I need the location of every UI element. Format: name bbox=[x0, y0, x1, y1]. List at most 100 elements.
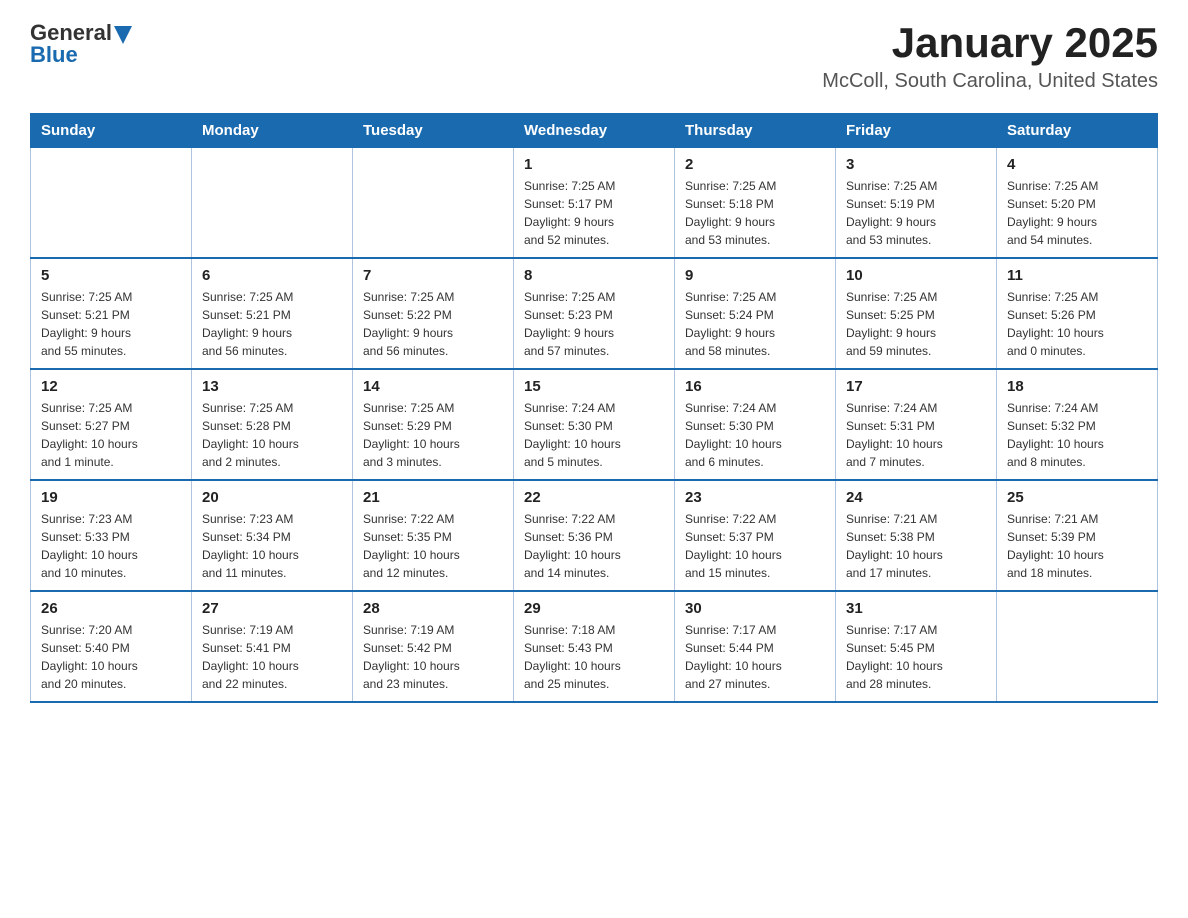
day-info: Sunrise: 7:25 AMSunset: 5:20 PMDaylight:… bbox=[1007, 177, 1147, 249]
calendar-cell: 25 Sunrise: 7:21 AMSunset: 5:39 PMDayligh… bbox=[997, 480, 1158, 591]
day-info: Sunrise: 7:25 AMSunset: 5:29 PMDaylight:… bbox=[363, 399, 503, 471]
calendar-cell: 1 Sunrise: 7:25 AMSunset: 5:17 PMDaylight… bbox=[514, 148, 675, 259]
calendar-cell: 8 Sunrise: 7:25 AMSunset: 5:23 PMDaylight… bbox=[514, 258, 675, 369]
day-number: 30 bbox=[685, 600, 825, 617]
day-number: 6 bbox=[202, 267, 342, 284]
day-info: Sunrise: 7:19 AMSunset: 5:42 PMDaylight:… bbox=[363, 621, 503, 693]
day-info: Sunrise: 7:22 AMSunset: 5:37 PMDaylight:… bbox=[685, 510, 825, 582]
column-header-monday: Monday bbox=[192, 114, 353, 148]
logo-blue-text: Blue bbox=[30, 42, 132, 68]
day-info: Sunrise: 7:20 AMSunset: 5:40 PMDaylight:… bbox=[41, 621, 181, 693]
day-number: 31 bbox=[846, 600, 986, 617]
column-header-wednesday: Wednesday bbox=[514, 114, 675, 148]
day-info: Sunrise: 7:19 AMSunset: 5:41 PMDaylight:… bbox=[202, 621, 342, 693]
day-number: 28 bbox=[363, 600, 503, 617]
calendar-cell: 10Sunrise: 7:25 AMSunset: 5:25 PMDayligh… bbox=[836, 258, 997, 369]
day-number: 8 bbox=[524, 267, 664, 284]
day-info: Sunrise: 7:21 AMSunset: 5:38 PMDaylight:… bbox=[846, 510, 986, 582]
week-row-5: 26Sunrise: 7:20 AMSunset: 5:40 PMDayligh… bbox=[31, 591, 1158, 702]
calendar-cell: 26Sunrise: 7:20 AMSunset: 5:40 PMDayligh… bbox=[31, 591, 192, 702]
day-number: 25 bbox=[1007, 489, 1147, 506]
calendar-cell: 6 Sunrise: 7:25 AMSunset: 5:21 PMDaylight… bbox=[192, 258, 353, 369]
calendar-cell: 5 Sunrise: 7:25 AMSunset: 5:21 PMDaylight… bbox=[31, 258, 192, 369]
day-number: 9 bbox=[685, 267, 825, 284]
column-header-friday: Friday bbox=[836, 114, 997, 148]
calendar-cell: 24Sunrise: 7:21 AMSunset: 5:38 PMDayligh… bbox=[836, 480, 997, 591]
day-info: Sunrise: 7:25 AMSunset: 5:24 PMDaylight:… bbox=[685, 288, 825, 360]
calendar-cell: 31 Sunrise: 7:17 AMSunset: 5:45 PMDayligh… bbox=[836, 591, 997, 702]
logo: General Blue bbox=[30, 20, 132, 68]
column-header-saturday: Saturday bbox=[997, 114, 1158, 148]
day-info: Sunrise: 7:17 AMSunset: 5:45 PMDaylight:… bbox=[846, 621, 986, 693]
calendar-cell: 13Sunrise: 7:25 AMSunset: 5:28 PMDayligh… bbox=[192, 369, 353, 480]
day-number: 29 bbox=[524, 600, 664, 617]
day-number: 27 bbox=[202, 600, 342, 617]
day-number: 2 bbox=[685, 156, 825, 173]
day-info: Sunrise: 7:18 AMSunset: 5:43 PMDaylight:… bbox=[524, 621, 664, 693]
calendar-cell: 15 Sunrise: 7:24 AMSunset: 5:30 PMDayligh… bbox=[514, 369, 675, 480]
day-info: Sunrise: 7:23 AMSunset: 5:33 PMDaylight:… bbox=[41, 510, 181, 582]
day-info: Sunrise: 7:25 AMSunset: 5:23 PMDaylight:… bbox=[524, 288, 664, 360]
calendar-cell: 2 Sunrise: 7:25 AMSunset: 5:18 PMDaylight… bbox=[675, 148, 836, 259]
day-number: 21 bbox=[363, 489, 503, 506]
day-number: 15 bbox=[524, 378, 664, 395]
day-info: Sunrise: 7:25 AMSunset: 5:19 PMDaylight:… bbox=[846, 177, 986, 249]
week-row-1: 1 Sunrise: 7:25 AMSunset: 5:17 PMDaylight… bbox=[31, 148, 1158, 259]
calendar-cell: 19Sunrise: 7:23 AMSunset: 5:33 PMDayligh… bbox=[31, 480, 192, 591]
day-number: 4 bbox=[1007, 156, 1147, 173]
day-number: 22 bbox=[524, 489, 664, 506]
week-row-4: 19Sunrise: 7:23 AMSunset: 5:33 PMDayligh… bbox=[31, 480, 1158, 591]
day-info: Sunrise: 7:24 AMSunset: 5:32 PMDaylight:… bbox=[1007, 399, 1147, 471]
day-info: Sunrise: 7:25 AMSunset: 5:21 PMDaylight:… bbox=[41, 288, 181, 360]
calendar-cell bbox=[353, 148, 514, 259]
calendar-cell: 7Sunrise: 7:25 AMSunset: 5:22 PMDaylight… bbox=[353, 258, 514, 369]
day-info: Sunrise: 7:17 AMSunset: 5:44 PMDaylight:… bbox=[685, 621, 825, 693]
day-number: 16 bbox=[685, 378, 825, 395]
calendar-cell: 3 Sunrise: 7:25 AMSunset: 5:19 PMDaylight… bbox=[836, 148, 997, 259]
day-info: Sunrise: 7:22 AMSunset: 5:36 PMDaylight:… bbox=[524, 510, 664, 582]
day-info: Sunrise: 7:24 AMSunset: 5:30 PMDaylight:… bbox=[685, 399, 825, 471]
day-number: 23 bbox=[685, 489, 825, 506]
day-number: 11 bbox=[1007, 267, 1147, 284]
day-info: Sunrise: 7:25 AMSunset: 5:17 PMDaylight:… bbox=[524, 177, 664, 249]
calendar-cell: 21Sunrise: 7:22 AMSunset: 5:35 PMDayligh… bbox=[353, 480, 514, 591]
day-info: Sunrise: 7:25 AMSunset: 5:21 PMDaylight:… bbox=[202, 288, 342, 360]
column-header-sunday: Sunday bbox=[31, 114, 192, 148]
day-number: 10 bbox=[846, 267, 986, 284]
day-info: Sunrise: 7:25 AMSunset: 5:26 PMDaylight:… bbox=[1007, 288, 1147, 360]
calendar-cell: 30 Sunrise: 7:17 AMSunset: 5:44 PMDayligh… bbox=[675, 591, 836, 702]
calendar-cell: 22 Sunrise: 7:22 AMSunset: 5:36 PMDayligh… bbox=[514, 480, 675, 591]
day-info: Sunrise: 7:23 AMSunset: 5:34 PMDaylight:… bbox=[202, 510, 342, 582]
calendar-table: SundayMondayTuesdayWednesdayThursdayFrid… bbox=[30, 113, 1158, 703]
calendar-cell: 12 Sunrise: 7:25 AMSunset: 5:27 PMDayligh… bbox=[31, 369, 192, 480]
day-number: 7 bbox=[363, 267, 503, 284]
title-section: January 2025 McColl, South Carolina, Uni… bbox=[822, 20, 1158, 93]
calendar-cell: 17Sunrise: 7:24 AMSunset: 5:31 PMDayligh… bbox=[836, 369, 997, 480]
day-number: 14 bbox=[363, 378, 503, 395]
calendar-cell: 16 Sunrise: 7:24 AMSunset: 5:30 PMDayligh… bbox=[675, 369, 836, 480]
calendar-cell: 11 Sunrise: 7:25 AMSunset: 5:26 PMDayligh… bbox=[997, 258, 1158, 369]
header-row: SundayMondayTuesdayWednesdayThursdayFrid… bbox=[31, 114, 1158, 148]
column-header-tuesday: Tuesday bbox=[353, 114, 514, 148]
page-subtitle: McColl, South Carolina, United States bbox=[822, 70, 1158, 93]
calendar-cell: 23 Sunrise: 7:22 AMSunset: 5:37 PMDayligh… bbox=[675, 480, 836, 591]
day-info: Sunrise: 7:25 AMSunset: 5:18 PMDaylight:… bbox=[685, 177, 825, 249]
day-info: Sunrise: 7:24 AMSunset: 5:30 PMDaylight:… bbox=[524, 399, 664, 471]
calendar-cell bbox=[997, 591, 1158, 702]
calendar-cell: 27 Sunrise: 7:19 AMSunset: 5:41 PMDayligh… bbox=[192, 591, 353, 702]
day-number: 1 bbox=[524, 156, 664, 173]
calendar-cell: 28 Sunrise: 7:19 AMSunset: 5:42 PMDayligh… bbox=[353, 591, 514, 702]
day-number: 12 bbox=[41, 378, 181, 395]
day-info: Sunrise: 7:25 AMSunset: 5:27 PMDaylight:… bbox=[41, 399, 181, 471]
day-number: 3 bbox=[846, 156, 986, 173]
calendar-cell: 9 Sunrise: 7:25 AMSunset: 5:24 PMDaylight… bbox=[675, 258, 836, 369]
day-number: 5 bbox=[41, 267, 181, 284]
calendar-cell: 20Sunrise: 7:23 AMSunset: 5:34 PMDayligh… bbox=[192, 480, 353, 591]
day-info: Sunrise: 7:21 AMSunset: 5:39 PMDaylight:… bbox=[1007, 510, 1147, 582]
page-header: General Blue January 2025 McColl, South … bbox=[30, 20, 1158, 93]
day-number: 18 bbox=[1007, 378, 1147, 395]
calendar-cell bbox=[31, 148, 192, 259]
day-number: 17 bbox=[846, 378, 986, 395]
calendar-cell: 29 Sunrise: 7:18 AMSunset: 5:43 PMDayligh… bbox=[514, 591, 675, 702]
day-info: Sunrise: 7:25 AMSunset: 5:28 PMDaylight:… bbox=[202, 399, 342, 471]
